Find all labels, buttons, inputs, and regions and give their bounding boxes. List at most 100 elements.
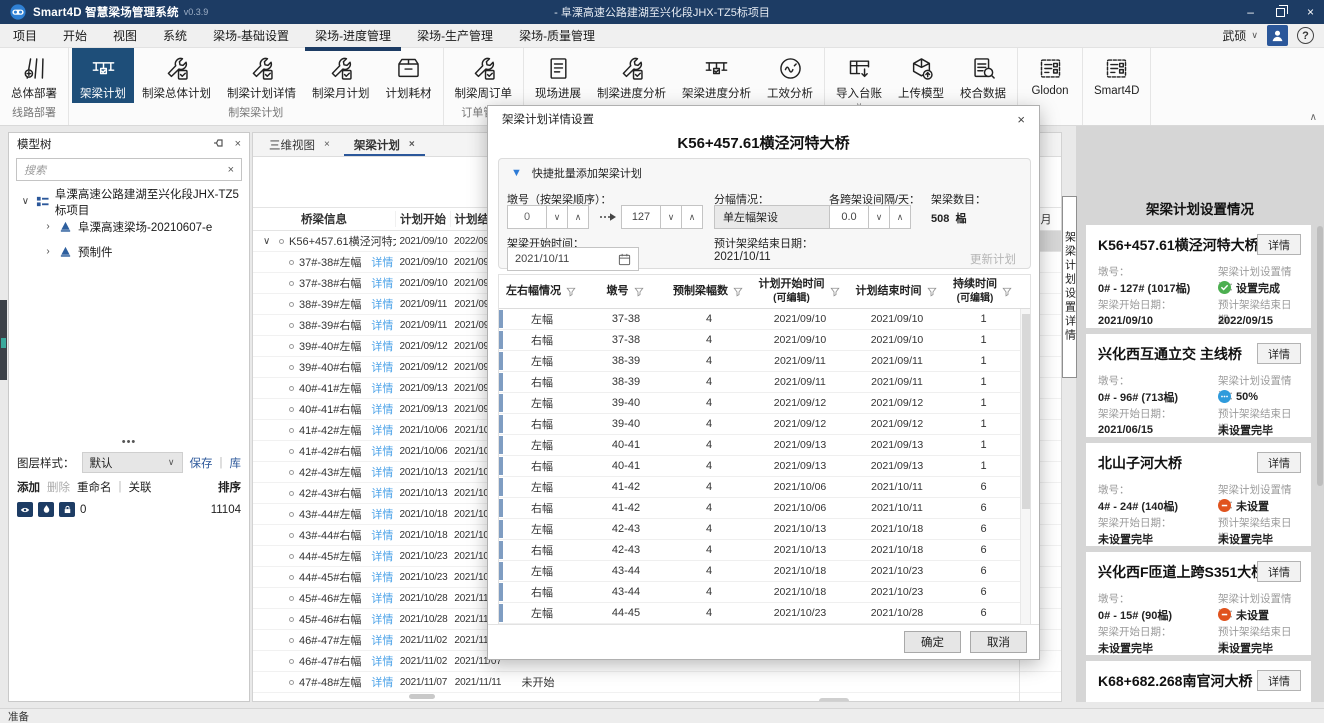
modal-table-row[interactable]: 左幅43-4442021/10/182021/10/236: [499, 561, 1030, 582]
cancel-button[interactable]: 取消: [970, 631, 1027, 653]
ribbon-button-deploy[interactable]: 总体部署: [3, 48, 65, 103]
sort-button[interactable]: 排序: [218, 479, 241, 495]
ribbon-button-crane[interactable]: 架梁进度分析: [674, 48, 759, 108]
modal-table-row[interactable]: 左幅40-4142021/09/132021/09/131: [499, 435, 1030, 456]
stepper-up-icon[interactable]: ∧: [568, 205, 589, 229]
filter-funnel-icon[interactable]: [927, 287, 937, 297]
menu-item-3[interactable]: 系统: [150, 24, 200, 47]
pier-from-stepper[interactable]: 0 ∨ ∧: [507, 205, 589, 229]
collapse-triangle-icon[interactable]: ▼: [511, 167, 522, 179]
detail-link[interactable]: 详情: [371, 611, 393, 627]
modal-table-row[interactable]: 左幅37-3842021/09/102021/09/101: [499, 309, 1030, 330]
detail-link[interactable]: 详情: [371, 464, 393, 480]
menu-item-2[interactable]: 视图: [100, 24, 150, 47]
detail-link[interactable]: 详情: [371, 653, 393, 669]
filter-funnel-icon[interactable]: [733, 287, 743, 297]
clear-search-icon[interactable]: ×: [228, 164, 234, 176]
modal-table-row[interactable]: 左幅38-3942021/09/112021/09/111: [499, 351, 1030, 372]
ribbon-button-wrench[interactable]: 制梁月计划: [304, 48, 378, 103]
vertical-scrollbar-thumb[interactable]: [1022, 314, 1030, 509]
ribbon-button-monitor[interactable]: Smart4D: [1086, 48, 1147, 108]
modal-table-row[interactable]: 左幅39-4042021/09/122021/09/121: [499, 393, 1030, 414]
ribbon-button-wrench[interactable]: 制梁总体计划: [134, 48, 219, 103]
filter-funnel-icon[interactable]: [566, 287, 576, 297]
pier-to-value[interactable]: 127: [621, 205, 661, 229]
close-panel-icon[interactable]: ×: [235, 138, 241, 150]
modal-table-row[interactable]: 右幅37-3842021/09/102021/09/101: [499, 330, 1030, 351]
stepper-down-icon[interactable]: ∨: [661, 205, 682, 229]
stepper-down-icon[interactable]: ∨: [869, 205, 890, 229]
layer-style-select[interactable]: 默认 ∨: [82, 452, 183, 473]
delete-layer-button[interactable]: 删除: [47, 479, 70, 495]
detail-link[interactable]: 详情: [371, 422, 393, 438]
stepper-down-icon[interactable]: ∨: [547, 205, 568, 229]
update-plan-button[interactable]: 更新计划: [970, 251, 1016, 267]
link-layer-button[interactable]: 关联: [129, 479, 152, 495]
detail-link[interactable]: 详情: [371, 569, 393, 585]
stepper-up-icon[interactable]: ∧: [682, 205, 703, 229]
menu-item-0[interactable]: 项目: [0, 24, 50, 47]
pier-from-value[interactable]: 0: [507, 205, 547, 229]
detail-link[interactable]: 详情: [371, 443, 393, 459]
menu-item-6[interactable]: 梁场-生产管理: [404, 24, 506, 47]
detail-link[interactable]: 详情: [371, 275, 393, 291]
stepper-up-icon[interactable]: ∧: [890, 205, 911, 229]
start-date-input[interactable]: 2021/10/11: [507, 247, 639, 271]
chevron-down-icon[interactable]: ∨: [263, 236, 274, 247]
modal-column-header[interactable]: 预制梁幅数: [667, 285, 751, 298]
close-tab-icon[interactable]: ×: [324, 139, 330, 150]
menu-item-7[interactable]: 梁场-质量管理: [506, 24, 608, 47]
modal-column-header[interactable]: 左右幅情况: [499, 285, 585, 298]
column-header[interactable]: 桥梁信息: [253, 211, 396, 227]
detail-link[interactable]: 详情: [371, 401, 393, 417]
ribbon-button-gauge[interactable]: 工效分析: [759, 48, 821, 108]
tab-1[interactable]: 架梁计划×: [342, 133, 427, 156]
modal-column-header[interactable]: 墩号: [585, 285, 667, 298]
avatar[interactable]: [1267, 25, 1288, 46]
detail-button[interactable]: 详情: [1257, 234, 1301, 255]
ok-button[interactable]: 确定: [904, 631, 961, 653]
collapsed-panel-handle[interactable]: [0, 300, 7, 380]
modal-column-header[interactable]: 计划结束时间: [849, 285, 945, 298]
detail-link[interactable]: 详情: [371, 548, 393, 564]
ribbon-button-verify[interactable]: 校合数据: [952, 48, 1014, 110]
detail-button[interactable]: 详情: [1257, 670, 1301, 691]
menu-item-1[interactable]: 开始: [50, 24, 100, 47]
user-menu[interactable]: 武硕∨: [1222, 27, 1258, 44]
rename-layer-button[interactable]: 重命名: [77, 479, 112, 495]
modal-table-row[interactable]: 右幅41-4242021/10/062021/10/116: [499, 498, 1030, 519]
detail-link[interactable]: 详情: [371, 632, 393, 648]
tree-item-0[interactable]: ∨阜溧高速公路建湖至兴化段JHX-TZ5标项目: [9, 189, 249, 214]
ribbon-button-wrench[interactable]: 制梁计划详情: [219, 48, 304, 103]
span-row[interactable]: 47#-48#左幅详情2021/11/072021/11/11未开始: [253, 672, 1019, 693]
visibility-icon[interactable]: [17, 502, 33, 517]
modal-table-row[interactable]: 右幅42-4342021/10/132021/10/186: [499, 540, 1030, 561]
ribbon-button-upload[interactable]: 上传模型: [890, 48, 952, 110]
modal-table-row[interactable]: 左幅42-4342021/10/132021/10/186: [499, 519, 1030, 540]
filter-funnel-icon[interactable]: [1002, 287, 1012, 297]
minimize-icon[interactable]: –: [1247, 6, 1254, 18]
tree-item-2[interactable]: ›预制件: [9, 239, 249, 264]
ribbon-button-package[interactable]: 计划耗材: [378, 48, 440, 103]
library-link[interactable]: 库: [230, 455, 242, 471]
close-tab-icon[interactable]: ×: [409, 139, 415, 150]
lock-icon[interactable]: [59, 502, 75, 517]
save-layer-link[interactable]: 保存: [190, 455, 213, 471]
ribbon-button-crane[interactable]: 架梁计划: [72, 48, 134, 103]
tree-item-1[interactable]: ›阜溧高速梁场-20210607-e: [9, 214, 249, 239]
chevron-right-icon[interactable]: ›: [43, 246, 53, 257]
ribbon-button-import[interactable]: 导入台账∨: [828, 48, 890, 110]
filter-funnel-icon[interactable]: [830, 287, 840, 297]
detail-link[interactable]: 详情: [371, 296, 393, 312]
detail-link[interactable]: 详情: [371, 485, 393, 501]
menu-item-4[interactable]: 梁场-基础设置: [200, 24, 302, 47]
detail-link[interactable]: 详情: [371, 380, 393, 396]
interval-stepper[interactable]: 0.0 ∨ ∧: [829, 205, 911, 229]
ribbon-collapse-icon[interactable]: ∧: [1310, 112, 1317, 720]
modal-table-row[interactable]: 左幅44-4542021/10/232021/10/286: [499, 603, 1030, 624]
ribbon-button-monitor[interactable]: Glodon: [1021, 48, 1079, 108]
horizontal-scrollbar-thumb[interactable]: [819, 698, 849, 701]
transparency-icon[interactable]: [38, 502, 54, 517]
modal-table-row[interactable]: 右幅38-3942021/09/112021/09/111: [499, 372, 1030, 393]
detail-button[interactable]: 详情: [1257, 561, 1301, 582]
